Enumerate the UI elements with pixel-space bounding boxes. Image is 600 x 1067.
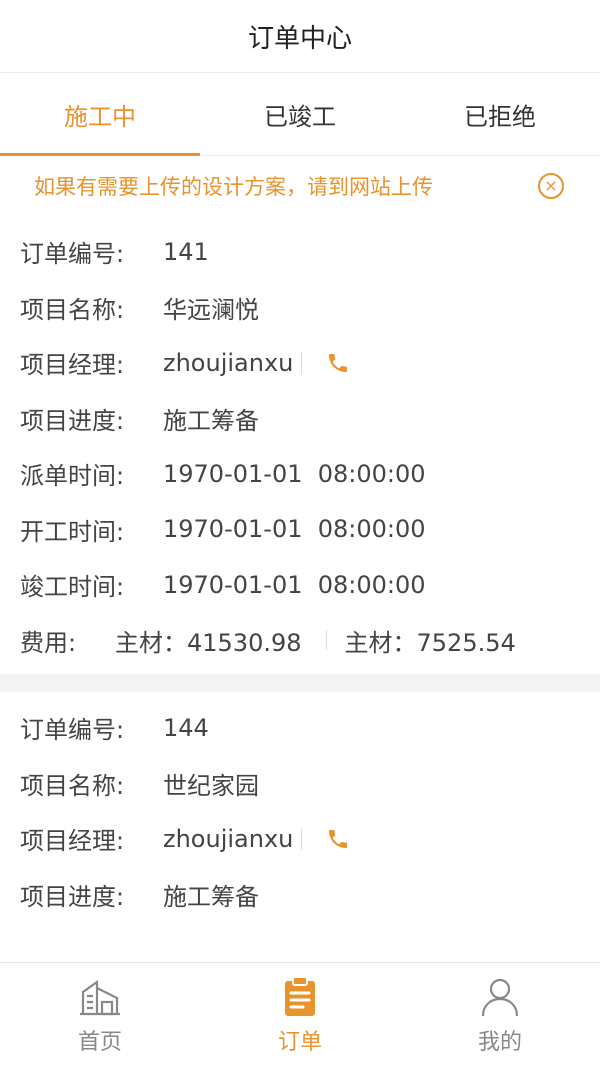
- order-tabs: 施工中 已竣工 已拒绝: [0, 73, 600, 156]
- clipboard-icon: [285, 976, 315, 1016]
- nav-mine-label: 我的: [477, 1030, 522, 1055]
- project-name-row: 项目名称: 世纪家园: [0, 756, 600, 812]
- card-separator: [0, 674, 600, 692]
- project-manager-row: 项目经理: zhoujianxu: [0, 811, 600, 867]
- project-manager-value: zhoujianxu: [163, 824, 294, 853]
- app-header: 订单中心: [0, 0, 600, 73]
- order-number-row: 订单编号: 141: [0, 224, 600, 280]
- progress-row: 项目进度: 施工筹备: [0, 391, 600, 447]
- project-manager-label: 项目经理:: [20, 827, 125, 856]
- complete-time-row: 竣工时间: 1970-01-01 08:00:00: [0, 557, 600, 613]
- notice-text: 如果有需要上传的设计方案，请到网站上传: [34, 175, 433, 199]
- order-number-row: 订单编号: 144: [0, 700, 600, 756]
- nav-mine[interactable]: 我的: [400, 963, 600, 1067]
- building-icon: [80, 979, 120, 1016]
- start-time-label: 开工时间:: [20, 517, 125, 546]
- tab-in-construction[interactable]: 施工中: [0, 73, 200, 156]
- bottom-nav: 首页 订单 我的: [0, 962, 600, 1067]
- phone-icon[interactable]: [326, 351, 350, 375]
- close-icon[interactable]: ×: [538, 173, 564, 199]
- divider: [301, 827, 303, 850]
- phone-icon[interactable]: [326, 827, 350, 851]
- divider: [301, 351, 303, 374]
- nav-orders[interactable]: 订单: [200, 963, 400, 1067]
- tab-completed[interactable]: 已竣工: [200, 73, 400, 155]
- start-time-row: 开工时间: 1970-01-01 08:00:00: [0, 502, 600, 558]
- project-name-label: 项目名称:: [20, 771, 125, 800]
- complete-time-label: 竣工时间:: [20, 573, 125, 602]
- divider: [325, 630, 327, 651]
- project-name-value: 世纪家园: [163, 771, 259, 800]
- dispatch-time-label: 派单时间:: [20, 462, 125, 491]
- progress-value: 施工筹备: [163, 882, 259, 911]
- complete-time-value: 1970-01-01 08:00:00: [163, 570, 426, 599]
- tab-rejected[interactable]: 已拒绝: [400, 73, 600, 155]
- order-number-label: 订单编号:: [20, 240, 125, 269]
- fee-main-value: 主材：41530.98: [115, 628, 302, 657]
- project-manager-value: zhoujianxu: [163, 348, 294, 377]
- nav-home[interactable]: 首页: [0, 963, 200, 1067]
- order-number-label: 订单编号:: [20, 716, 125, 745]
- fee-label: 费用:: [20, 628, 77, 657]
- nav-home-label: 首页: [77, 1030, 122, 1055]
- project-name-row: 项目名称: 华远澜悦: [0, 280, 600, 336]
- user-icon: [481, 978, 519, 1017]
- project-name-label: 项目名称:: [20, 295, 125, 324]
- order-number-value: 144: [163, 713, 209, 742]
- upload-notice: 如果有需要上传的设计方案，请到网站上传 ×: [0, 156, 600, 216]
- page-title: 订单中心: [247, 23, 352, 54]
- project-manager-label: 项目经理:: [20, 351, 125, 380]
- progress-label: 项目进度:: [20, 406, 125, 435]
- progress-row: 项目进度: 施工筹备: [0, 867, 600, 923]
- fee-row: 费用: 主材：41530.98 主材：7525.54: [0, 613, 600, 669]
- fee-aux-value: 主材：7525.54: [344, 628, 516, 657]
- order-card[interactable]: 订单编号: 144 项目名称: 世纪家园 项目经理: zhoujianxu 项目…: [0, 692, 600, 928]
- dispatch-time-value: 1970-01-01 08:00:00: [163, 459, 426, 488]
- project-manager-row: 项目经理: zhoujianxu: [0, 335, 600, 391]
- progress-value: 施工筹备: [163, 406, 259, 435]
- start-time-value: 1970-01-01 08:00:00: [163, 515, 426, 544]
- progress-label: 项目进度:: [20, 882, 125, 911]
- project-name-value: 华远澜悦: [163, 295, 259, 324]
- nav-orders-label: 订单: [277, 1030, 322, 1055]
- dispatch-time-row: 派单时间: 1970-01-01 08:00:00: [0, 446, 600, 502]
- order-number-value: 141: [163, 237, 209, 266]
- order-card[interactable]: 订单编号: 141 项目名称: 华远澜悦 项目经理: zhoujianxu 项目…: [0, 216, 600, 674]
